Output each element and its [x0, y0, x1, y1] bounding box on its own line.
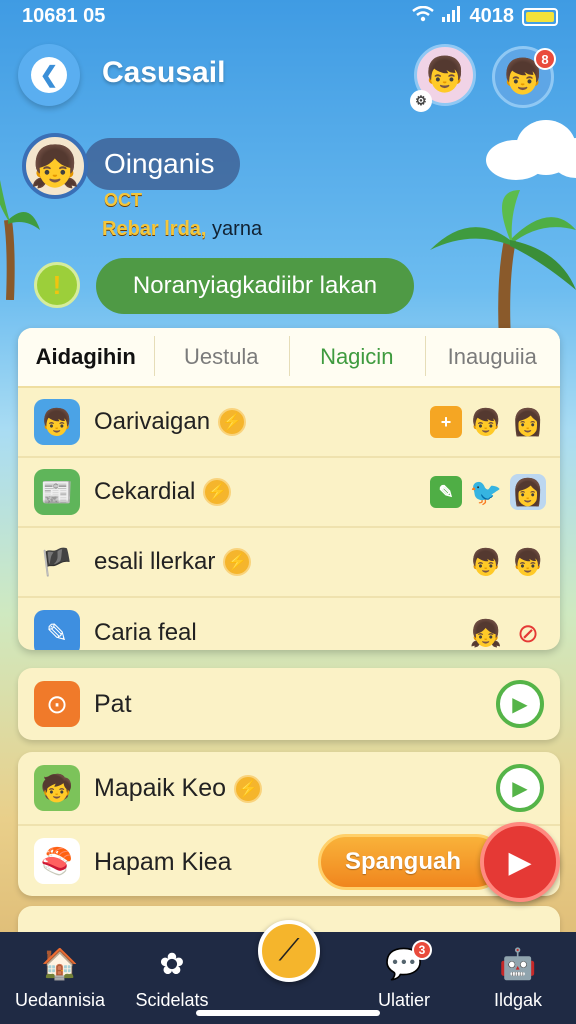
center-action-button[interactable]: ⟋ — [258, 920, 320, 982]
profile-subtitle-main: Rebar lrda, — [102, 218, 207, 240]
pirate-icon: 🏴 — [40, 546, 74, 577]
robot-icon: 🤖 — [499, 947, 537, 981]
coin-icon: ⚡ — [223, 548, 252, 577]
list-item-text: esali llerkar — [94, 547, 216, 575]
girl-avatar-icon: 👦 — [423, 56, 467, 94]
coin-icon: ⚡ — [234, 775, 263, 804]
list-item-label: Hapam Kiea — [94, 848, 232, 876]
edit-icon[interactable]: ✎ — [430, 476, 462, 508]
no-entry-icon: ⊘ — [517, 617, 539, 648]
battery-icon — [522, 7, 558, 26]
newspaper-icon: 📰 — [34, 469, 80, 515]
profile-name: Oinganis — [104, 148, 215, 179]
play-icon[interactable]: ▶ — [480, 822, 560, 902]
boy-avatar-icon: 👦 — [34, 399, 80, 445]
status-time: 10681 05 — [22, 5, 106, 27]
friend-avatar-icon: 👦 — [469, 546, 503, 577]
orange-app-icon: ⊙ — [34, 681, 80, 727]
list-item[interactable]: 👦 Oarivaigan ⚡ + 👦 👩 — [18, 388, 560, 458]
list-item-text: Cekardial — [94, 477, 196, 505]
list-item-label: esali llerkar ⚡ — [94, 547, 252, 577]
list-item-text: Mapaik Keo — [94, 774, 227, 802]
girl-avatar-icon: 👧 — [30, 144, 80, 189]
nav-item-schedule[interactable]: ✿ Scidelats — [112, 942, 232, 1011]
bubble-icon: 💬 3 — [344, 940, 464, 986]
list-item-label: Cekardial ⚡ — [94, 477, 232, 507]
flower-icon: ✿ — [159, 947, 185, 981]
home-indicator — [196, 1010, 380, 1016]
exclamation-icon: ! — [34, 262, 80, 308]
tab-bar: Aidagihin Uestula Nagicin Inauguiia — [18, 328, 560, 388]
list-item-label: Pat — [94, 690, 132, 718]
settings-mini-icon: ⚙ — [410, 90, 432, 112]
friend-avatar-icon: 👩 — [510, 474, 546, 510]
nav-label: Scidelats — [135, 990, 209, 1010]
list-item-label: Mapaik Keo ⚡ — [94, 774, 263, 804]
sushi-icon: 🍣 — [34, 838, 80, 884]
nav-label: Uedannisia — [14, 990, 106, 1010]
play-icon[interactable]: ▶ — [496, 764, 544, 812]
list-item[interactable]: ⊙ Pat ▶ — [18, 668, 560, 740]
tabbed-list-card: Aidagihin Uestula Nagicin Inauguiia 👦 Oa… — [18, 328, 560, 650]
tab-1[interactable]: Aidagihin — [18, 344, 154, 370]
back-button[interactable]: ❮ — [18, 44, 80, 106]
friend-avatar-icon: 👩 — [511, 406, 545, 437]
list-item[interactable]: 🏴 esali llerkar ⚡ 👦 👦 — [18, 528, 560, 598]
coin-icon: ⚡ — [218, 408, 247, 437]
coin-icon: ⚡ — [203, 478, 232, 507]
chat-badge: 3 — [412, 940, 432, 960]
alert-banner[interactable]: Noranyiagkadiibr lakan — [96, 258, 414, 314]
user-avatar[interactable]: 👧 — [22, 133, 88, 199]
status-bar: 10681 05 4018 — [0, 0, 576, 34]
profile-subtitle-suffix: yarna — [212, 218, 263, 240]
list-item-label: Caria feal — [94, 619, 197, 646]
profile-subtitle: Rebar lrda, yarna — [102, 218, 262, 241]
home-icon: 🏠 — [41, 947, 79, 981]
list-item[interactable]: ✎ Caria feal 👧 ⊘ — [18, 598, 560, 650]
nav-item-home[interactable]: 🏠 Uedannisia — [0, 942, 120, 1011]
list-item-label: Oarivaigan ⚡ — [94, 407, 247, 437]
tab-3[interactable]: Nagicin — [289, 336, 425, 376]
bat-icon: ⟋ — [278, 934, 300, 967]
palm-tree-right — [430, 190, 576, 340]
nav-item-chat[interactable]: 💬 3 Ulatier — [344, 940, 464, 1011]
battery-percent: 4018 — [469, 5, 515, 27]
friend-avatar-icon: 👦 — [469, 406, 503, 437]
plus-icon[interactable]: + — [430, 406, 462, 438]
tab-2[interactable]: Uestula — [153, 336, 290, 376]
bird-icon: 🐦 — [469, 476, 503, 507]
pen-icon: ✎ — [34, 610, 80, 650]
signal-icon — [441, 5, 462, 28]
divider — [18, 824, 560, 826]
kid-app-icon: 🧒 — [34, 765, 80, 811]
cloud-decoration — [476, 110, 576, 180]
nav-label: Ildgak — [493, 990, 543, 1010]
tab-4[interactable]: Inauguiia — [424, 336, 561, 376]
page-title: Casusail — [102, 56, 226, 89]
friend-avatar-icon: 👦 — [511, 546, 545, 577]
nav-item-profile[interactable]: 🤖 Ildgak — [458, 942, 576, 1011]
profile-level: OCT — [104, 190, 142, 210]
list-item-text: Oarivaigan — [94, 407, 211, 435]
notification-badge: 8 — [534, 48, 556, 70]
chevron-left-icon: ❮ — [31, 57, 67, 93]
play-icon[interactable]: ▶ — [496, 680, 544, 728]
nav-label: Ulatier — [377, 990, 430, 1010]
list-item[interactable]: 📰 Cekardial ⚡ ✎ 🐦 👩 — [18, 458, 560, 528]
friend-avatar-icon: 👧 — [469, 617, 503, 648]
start-button[interactable]: Spanguah — [318, 834, 504, 890]
wifi-icon — [411, 5, 434, 28]
